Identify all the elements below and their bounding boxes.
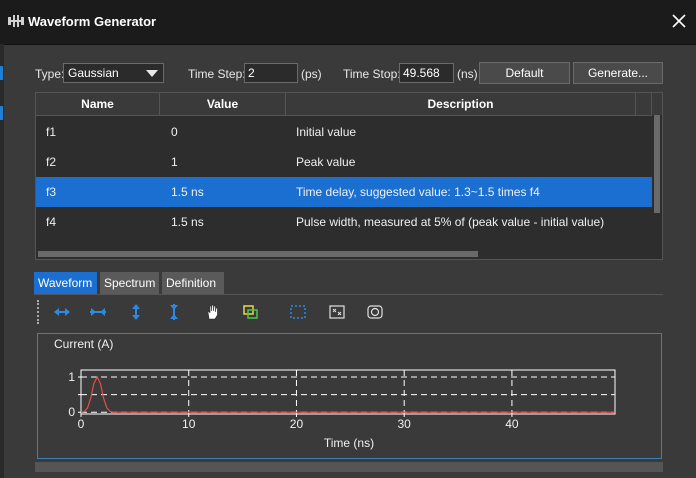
table-header: Name Value Description	[36, 93, 662, 116]
y-tick-label: 0	[68, 405, 75, 419]
table-row[interactable]: f2 1 Peak value	[36, 147, 652, 177]
tab-definition[interactable]: Definition	[162, 272, 224, 294]
default-button[interactable]: Default	[479, 62, 570, 84]
close-button[interactable]	[666, 8, 692, 34]
zoom-out-y-icon[interactable]	[164, 302, 184, 322]
side-marker	[0, 106, 3, 120]
table-vertical-scrollbar[interactable]	[652, 115, 662, 259]
zoom-in-y-icon[interactable]	[126, 302, 146, 322]
type-dropdown[interactable]: Gaussian	[63, 63, 164, 83]
cell-value[interactable]: 1.5 ns	[171, 207, 204, 237]
time-step-input[interactable]: 2	[244, 63, 298, 83]
time-stop-unit: (ns)	[457, 67, 478, 81]
x-tick-label: 10	[182, 417, 196, 431]
pan-hand-icon[interactable]	[203, 302, 223, 322]
window-title: Waveform Generator	[28, 14, 157, 29]
x-tick-label: 20	[290, 417, 304, 431]
x-tick-label: 30	[398, 417, 412, 431]
column-header-value[interactable]: Value	[160, 93, 286, 115]
time-stop-label: Time Stop:	[343, 67, 401, 81]
table-row[interactable]: f4 1.5 ns Pulse width, measured at 5% of…	[36, 207, 652, 237]
generate-button[interactable]: Generate...	[573, 62, 663, 84]
cell-value[interactable]: 0	[171, 117, 178, 147]
waveform-plot-panel: Current (A) Time (ns) 0 10 20 30 40 0 1	[37, 333, 662, 459]
waveform-app-icon	[8, 15, 24, 27]
plot-toolbar	[34, 298, 663, 326]
chevron-down-icon	[146, 70, 158, 77]
cell-name: f1	[46, 125, 57, 139]
scrollbar-thumb[interactable]	[654, 115, 660, 213]
tab-spectrum[interactable]: Spectrum	[100, 272, 159, 294]
parameter-table: Name Value Description f1 0 Initial valu…	[35, 92, 663, 260]
close-icon	[672, 14, 686, 28]
type-value: Gaussian	[68, 66, 119, 80]
cell-name: f3	[46, 185, 57, 199]
cell-description: Pulse width, measured at 5% of (peak val…	[296, 215, 605, 229]
tab-divider	[34, 294, 663, 295]
time-stop-input[interactable]: 49.568	[399, 63, 454, 83]
zoom-in-x-icon[interactable]	[52, 302, 72, 322]
side-marker	[0, 66, 3, 80]
scrollbar-thumb[interactable]	[38, 251, 478, 257]
zoom-box-icon[interactable]	[327, 302, 347, 322]
cell-description: Initial value	[296, 125, 357, 139]
bottom-scrollbar[interactable]	[35, 462, 663, 472]
table-row-selected[interactable]: f3 1.5 ns Time delay, suggested value: 1…	[36, 177, 652, 207]
zoom-fit-icon[interactable]	[241, 302, 261, 322]
title-bar: Waveform Generator	[0, 0, 696, 45]
column-header-description[interactable]: Description	[286, 93, 636, 115]
waveform-chart[interactable]: Current (A) Time (ns) 0 10 20 30 40 0 1	[38, 334, 661, 458]
cell-value[interactable]: 1.5 ns	[171, 177, 204, 207]
table-row[interactable]: f1 0 Initial value	[36, 117, 652, 147]
y-axis-label: Current (A)	[54, 337, 113, 351]
reset-view-icon[interactable]	[365, 302, 385, 322]
x-tick-label: 0	[78, 417, 85, 431]
time-step-label: Time Step:	[188, 67, 246, 81]
cell-name: f4	[46, 215, 57, 229]
cell-value[interactable]: 1	[171, 147, 178, 177]
select-box-icon[interactable]	[288, 302, 308, 322]
column-header-name[interactable]: Name	[36, 93, 160, 115]
y-tick-label: 1	[68, 370, 75, 384]
column-header-spacer	[636, 93, 652, 115]
table-horizontal-scrollbar[interactable]	[36, 249, 662, 259]
cell-description: Peak value	[296, 155, 356, 169]
toolbar-grip[interactable]	[37, 300, 41, 324]
type-label: Type:	[35, 67, 65, 81]
cell-description: Time delay, suggested value: 1.3~1.5 tim…	[296, 185, 540, 199]
tab-waveform[interactable]: Waveform	[34, 272, 97, 294]
side-strip	[0, 44, 4, 478]
x-axis-label: Time (ns)	[324, 436, 374, 450]
time-step-unit: (ps)	[301, 67, 322, 81]
zoom-out-x-icon[interactable]	[88, 302, 108, 322]
cell-name: f2	[46, 155, 57, 169]
x-tick-label: 40	[505, 417, 519, 431]
